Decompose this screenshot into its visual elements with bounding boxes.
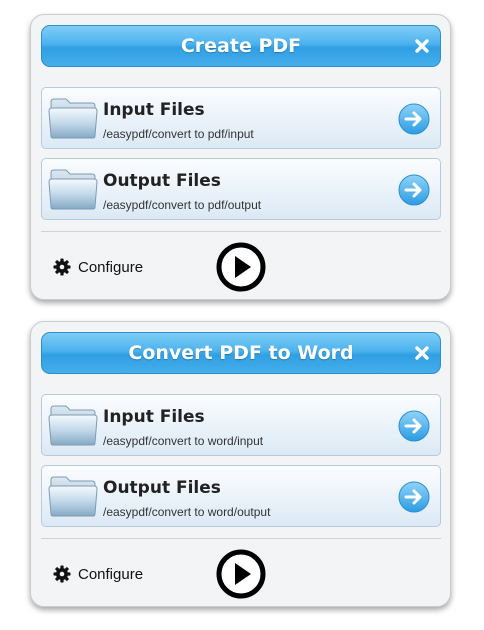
row-path: /easypdf/convert to pdf/output — [103, 198, 262, 212]
divider — [41, 538, 441, 539]
play-icon[interactable] — [216, 242, 266, 292]
input-files-row[interactable]: Input Files /easypdf/convert to word/inp… — [41, 394, 441, 456]
arrow-right-circle-icon[interactable] — [398, 481, 430, 513]
folder-icon — [48, 476, 98, 517]
panel-header: Create PDF — [41, 25, 441, 67]
output-files-row[interactable]: Output Files /easypdf/convert to word/ou… — [41, 465, 441, 527]
divider — [41, 231, 441, 232]
configure-label: Configure — [78, 565, 144, 583]
close-icon[interactable] — [414, 38, 430, 54]
arrow-right-circle-icon[interactable] — [398, 174, 430, 206]
input-files-row[interactable]: Input Files /easypdf/convert to pdf/inpu… — [41, 87, 441, 149]
folder-icon — [48, 405, 98, 446]
row-label: Input Files — [103, 100, 205, 120]
output-files-row[interactable]: Output Files /easypdf/convert to pdf/out… — [41, 158, 441, 220]
row-path: /easypdf/convert to word/input — [103, 434, 264, 448]
panel-title: Convert PDF to Word — [128, 342, 354, 364]
row-path: /easypdf/convert to pdf/input — [103, 127, 254, 141]
convert-pdf-to-word-panel: Convert PDF to Word Input Files /easypdf… — [30, 321, 451, 607]
row-label: Output Files — [103, 478, 221, 498]
folder-icon — [48, 98, 98, 139]
gear-icon — [53, 258, 71, 276]
configure-button[interactable]: Configure — [53, 258, 143, 276]
create-pdf-panel: Create PDF Input Files /easypdf/convert … — [30, 14, 451, 300]
arrow-right-circle-icon[interactable] — [398, 410, 430, 442]
arrow-right-circle-icon[interactable] — [398, 103, 430, 135]
folder-icon — [48, 169, 98, 210]
row-label: Output Files — [103, 171, 221, 191]
panel-title: Create PDF — [180, 35, 302, 57]
configure-button[interactable]: Configure — [53, 565, 143, 583]
configure-label: Configure — [78, 258, 144, 276]
panel-header: Convert PDF to Word — [41, 332, 441, 374]
row-label: Input Files — [103, 407, 205, 427]
row-path: /easypdf/convert to word/output — [103, 505, 271, 519]
play-icon[interactable] — [216, 549, 266, 599]
gear-icon — [53, 565, 71, 583]
close-icon[interactable] — [414, 345, 430, 361]
